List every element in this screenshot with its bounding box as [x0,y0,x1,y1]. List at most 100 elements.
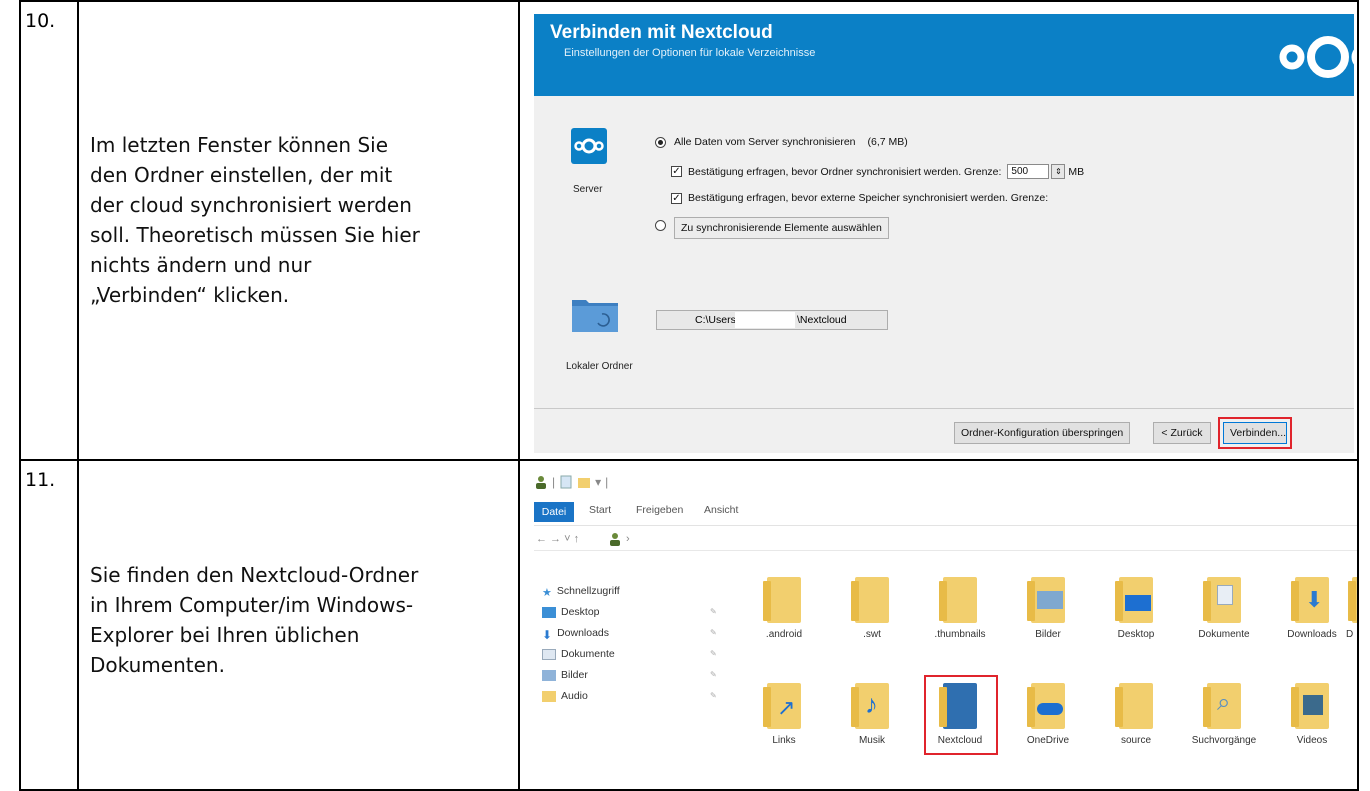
folder-icon [1348,577,1357,623]
pin-icon[interactable]: ✎ [710,670,717,679]
nav-desktop[interactable]: Desktop [542,606,600,618]
text-line: Sie finden den Nextcloud-Ordner [90,563,419,587]
quick-access-toolbar: | ▾ | [534,473,608,491]
explorer-window: | ▾ | Datei Start Freigeben Ansicht ← → … [534,461,1357,789]
text-line: den Ordner einstellen, der mit [90,163,393,187]
music-note-icon: ♪ [865,689,878,719]
nav-downloads[interactable]: ⬇ Downloads [542,627,610,642]
nextcloud-highlight-box [924,675,998,755]
nav-audio[interactable]: Audio [542,690,588,702]
nav-label: Downloads [557,627,610,639]
nav-label: Bilder [561,669,588,681]
film-icon [1303,695,1323,715]
step-description-cell: Im letzten Fenster können Sie den Ordner… [79,2,520,459]
text-line: Im letzten Fenster können Sie [90,133,389,157]
properties-icon[interactable] [559,475,573,489]
checkbox-checked-icon[interactable]: ✓ [671,192,682,204]
checkbox-checked-icon[interactable]: ✓ [671,166,682,177]
folder-label: Downloads [1287,629,1337,640]
folder-label: Videos [1296,735,1328,746]
tab-start[interactable]: Start [589,504,611,516]
text-line: Dokumenten. [90,653,225,677]
step-row-11: 11. Sie finden den Nextcloud-Ordner in I… [19,459,1359,791]
folder-label: source [1120,735,1151,746]
connect-highlight-box [1218,417,1292,449]
folder-label: Links [772,735,796,746]
path-suffix: \Nextcloud [797,314,847,326]
nav-pictures[interactable]: Bilder [542,669,588,681]
folder-grid: .android .swt .thumbnails Bilder Desktop… [744,573,1357,783]
tab-datei[interactable]: Datei [534,502,574,522]
onedrive-folder-icon [1027,683,1065,729]
breadcrumb-chevron-icon[interactable]: › [626,533,630,545]
tab-ansicht[interactable]: Ansicht [704,504,738,516]
folder-tile[interactable]: .android [744,577,824,640]
checkbox-folder-limit[interactable]: ✓ Bestätigung erfragen, bevor Ordner syn… [671,164,1084,179]
step-description: Im letzten Fenster können Sie den Ordner… [90,130,510,310]
folder-icon [1115,683,1153,729]
user-icon[interactable] [534,475,548,489]
pin-icon[interactable]: ✎ [710,691,717,700]
customize-toolbar-icon[interactable]: ▾ [595,475,601,489]
local-folder-icon [572,300,618,332]
nav-documents[interactable]: Dokumente [542,648,615,660]
select-elements-button[interactable]: Zu synchronisierende Elemente auswählen [674,217,889,239]
videos-folder-icon [1291,683,1329,729]
folder-tile[interactable]: ↗ Links [744,683,824,746]
folder-label: Bilder [1035,629,1061,640]
local-path-field[interactable]: C:\Users\ \Nextcloud [656,310,888,330]
checkbox-external-storage[interactable]: ✓ Bestätigung erfragen, bevor externe Sp… [671,192,1048,204]
nextcloud-logo-icon [1279,36,1357,78]
tab-freigeben[interactable]: Freigeben [636,504,683,516]
step-description: Sie finden den Nextcloud-Ordner in Ihrem… [90,560,510,680]
folder-label: .thumbnails [934,629,986,640]
desktop-icon [542,606,556,618]
download-arrow-icon: ⬇ [542,627,553,642]
checkbox-external-label: Bestätigung erfragen, bevor externe Spei… [688,192,1049,204]
folder-tile[interactable]: .swt [832,577,912,640]
pin-icon[interactable]: ✎ [710,607,717,616]
pin-icon[interactable]: ✎ [710,628,717,637]
new-folder-icon[interactable] [577,475,591,489]
navigation-arrows-icon[interactable]: ← → ˅ ↑ [536,533,579,545]
folder-tile[interactable]: OneDrive [1008,683,1088,746]
folder-tile[interactable]: ♪ Musik [832,683,912,746]
folder-label: .swt [863,629,881,640]
folder-tile[interactable]: Dokumente [1184,577,1264,640]
pictures-icon [542,669,556,681]
limit-input[interactable]: 500 [1007,164,1050,179]
text-line: der cloud synchronisiert werden [90,193,412,217]
nav-quick-access[interactable]: ★ Schnellzugriff [542,585,620,599]
option-select-elements[interactable] [655,220,674,231]
folder-tile[interactable]: Videos [1272,683,1352,746]
redacted-username [735,312,795,328]
dialog-title: Verbinden mit Nextcloud [550,22,773,43]
footer-divider [534,408,1354,409]
pin-icon[interactable]: ✎ [710,649,717,658]
folder-tile[interactable]: .thumbnails [920,577,1000,640]
desktop-overlay [1125,595,1151,611]
folder-tile[interactable]: source [1096,683,1176,746]
nav-label: Schnellzugriff [556,585,620,597]
folder-tile-partial[interactable]: D [1342,577,1357,640]
downloads-folder-icon: ⬇ [1291,577,1329,623]
folder-tile[interactable]: ⬇ Downloads [1272,577,1352,640]
download-arrow-icon: ⬇ [1305,587,1324,612]
dialog-header: Verbinden mit Nextcloud Einstellungen de… [534,14,1357,96]
checkbox-folder-limit-label: Bestätigung erfragen, bevor Ordner synch… [688,165,1002,178]
nav-label: Audio [561,690,588,702]
option-sync-all[interactable]: Alle Daten vom Server synchronisieren (6… [655,136,908,148]
text-line: in Ihrem Computer/im Windows- [90,593,414,617]
picture-overlay [1037,591,1063,609]
folder-tile[interactable]: Desktop [1096,577,1176,640]
radio-unselected-icon[interactable] [655,220,666,231]
folder-tile[interactable]: ⌕ Suchvorgänge [1184,683,1264,746]
skip-config-button[interactable]: Ordner-Konfiguration überspringen [954,422,1131,444]
links-folder-icon: ↗ [763,683,801,729]
radio-selected-icon[interactable] [655,136,666,148]
folder-icon [851,577,889,623]
address-bar[interactable]: ← → ˅ ↑ › [534,529,1357,551]
folder-tile[interactable]: Bilder [1008,577,1088,640]
spinner-arrows-icon[interactable]: ⇕ [1051,164,1066,179]
back-button[interactable]: < Zurück [1153,422,1211,444]
